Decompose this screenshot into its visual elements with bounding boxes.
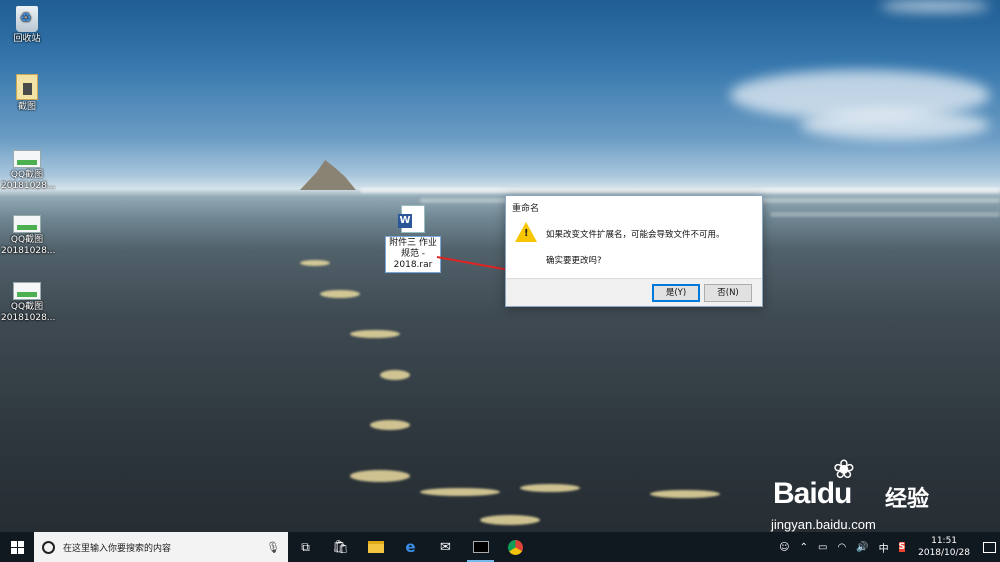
desktop-icon-label: QQ截图 xyxy=(10,235,44,245)
file-name-line: 附件三 作业 xyxy=(389,238,437,248)
file-name-line: 2018.rar xyxy=(393,260,433,270)
mail-icon: ✉ xyxy=(440,539,451,555)
edge-button[interactable]: e xyxy=(393,532,428,562)
action-center-icon[interactable] xyxy=(978,532,1000,562)
desktop-icon-qq-screenshot-1[interactable]: QQ截图 20181028... xyxy=(1,150,56,192)
foam xyxy=(650,490,720,498)
foam xyxy=(370,420,410,430)
rename-text-field[interactable]: 附件三 作业 规范 - 2018.rar xyxy=(385,236,441,273)
baidu-jingyan-watermark: ❀ Baidu 经验 jingyan.baidu.com xyxy=(765,455,965,532)
chrome-icon xyxy=(508,539,523,555)
dialog-button-bar: 是(Y) 否(N) xyxy=(506,278,762,306)
picture-folder-icon xyxy=(16,74,38,100)
warning-exclamation: ! xyxy=(524,228,529,239)
network-wifi-icon[interactable]: ◠ xyxy=(832,542,851,553)
cloud xyxy=(880,0,990,12)
clock-date: 2018/10/28 xyxy=(918,548,970,558)
screenshot-thumbnail-icon xyxy=(13,282,41,300)
foam xyxy=(350,330,400,338)
dialog-question: 确实要更改吗? xyxy=(546,256,602,266)
recycle-bin-icon xyxy=(16,6,38,32)
cloud xyxy=(800,110,990,140)
file-explorer-button[interactable] xyxy=(358,532,393,562)
watermark-jingyan: 经验 xyxy=(885,487,930,512)
watermark-brand: Baidu xyxy=(773,477,852,510)
volume-icon[interactable]: 🔊 xyxy=(851,542,873,553)
mail-button[interactable]: ✉ xyxy=(428,532,463,562)
foam xyxy=(320,290,360,298)
foam xyxy=(520,484,580,492)
desktop-icon-screenshots-folder[interactable]: 截图 xyxy=(1,74,53,113)
start-button[interactable] xyxy=(0,532,34,562)
clock[interactable]: 11:51 2018/10/28 xyxy=(910,535,978,559)
desktop-icon-label: QQ截图 xyxy=(10,302,44,312)
rename-warning-dialog: 重命名 ! 如果改变文件扩展名，可能会导致文件不可用。 确实要更改吗? 是(Y)… xyxy=(505,195,763,307)
wave xyxy=(360,188,1000,193)
file-name-line: 规范 - xyxy=(400,249,426,259)
file-explorer-icon xyxy=(367,541,384,553)
no-button[interactable]: 否(N) xyxy=(704,284,752,302)
windows-logo-icon xyxy=(10,540,24,554)
dialog-body: ! 如果改变文件扩展名，可能会导致文件不可用。 确实要更改吗? xyxy=(506,218,762,280)
system-tray: ☺ ⌃ ▭ ◠ 🔊 中 S 11:51 2018/10/28 xyxy=(774,532,1000,562)
desktop-icon-label: 20181028... xyxy=(1,181,56,191)
foam xyxy=(480,515,540,525)
desktop-file-renaming[interactable]: 附件三 作业 规范 - 2018.rar xyxy=(385,205,441,277)
desktop-icon-label: 20181028... xyxy=(1,313,56,323)
store-icon: 🛍 xyxy=(332,539,349,555)
desktop-icon-qq-screenshot-3[interactable]: QQ截图 20181028... xyxy=(1,282,56,324)
cortana-icon xyxy=(42,540,55,554)
desktop-icon-label: 回收站 xyxy=(13,34,41,44)
edge-icon: e xyxy=(405,538,416,556)
desktop-icon-label: 截图 xyxy=(17,102,36,112)
screenshot-thumbnail-icon xyxy=(13,150,41,168)
show-hidden-icons-chevron-up-icon[interactable]: ⌃ xyxy=(795,542,813,553)
task-view-icon: ⧉ xyxy=(301,539,310,554)
foam xyxy=(300,260,330,266)
desktop-icon-qq-screenshot-2[interactable]: QQ截图 20181028... xyxy=(1,215,56,257)
word-document-icon xyxy=(398,205,425,233)
search-placeholder: 在这里输入你要搜索的内容 xyxy=(63,543,172,554)
store-button[interactable]: 🛍 xyxy=(323,532,358,562)
microphone-icon[interactable]: 🎙 xyxy=(266,541,280,554)
clock-time: 11:51 xyxy=(931,536,958,546)
desktop-icon-label: 20181028... xyxy=(1,246,56,256)
task-view-button[interactable]: ⧉ xyxy=(288,532,323,562)
battery-icon[interactable]: ▭ xyxy=(813,542,832,553)
desktop-wallpaper xyxy=(0,0,1000,532)
people-icon[interactable]: ☺ xyxy=(774,542,794,553)
desktop-icon-label: QQ截图 xyxy=(10,170,44,180)
foam xyxy=(380,370,410,380)
screenshot-thumbnail-icon xyxy=(13,215,41,233)
ime-indicator[interactable]: 中 xyxy=(874,540,894,555)
desktop-icon-recycle-bin[interactable]: 回收站 xyxy=(1,6,53,45)
wave xyxy=(770,212,1000,217)
taskbar: 在这里输入你要搜索的内容 🎙 ⧉ 🛍 e ✉ ☺ ⌃ ▭ ◠ 🔊 中 S 11:… xyxy=(0,532,1000,562)
terminal-icon xyxy=(472,541,489,553)
sea-stack-rock xyxy=(300,160,356,190)
sogou-input-icon[interactable]: S xyxy=(894,541,910,554)
dialog-title: 重命名 xyxy=(512,204,540,214)
foam xyxy=(420,488,500,496)
terminal-button[interactable] xyxy=(463,532,498,562)
dialog-message: 如果改变文件扩展名，可能会导致文件不可用。 xyxy=(546,230,725,240)
chrome-button[interactable] xyxy=(498,532,533,562)
taskbar-search-box[interactable]: 在这里输入你要搜索的内容 🎙 xyxy=(34,532,288,562)
watermark-url: jingyan.baidu.com xyxy=(771,517,876,532)
yes-button[interactable]: 是(Y) xyxy=(652,284,700,302)
foam xyxy=(350,470,410,482)
